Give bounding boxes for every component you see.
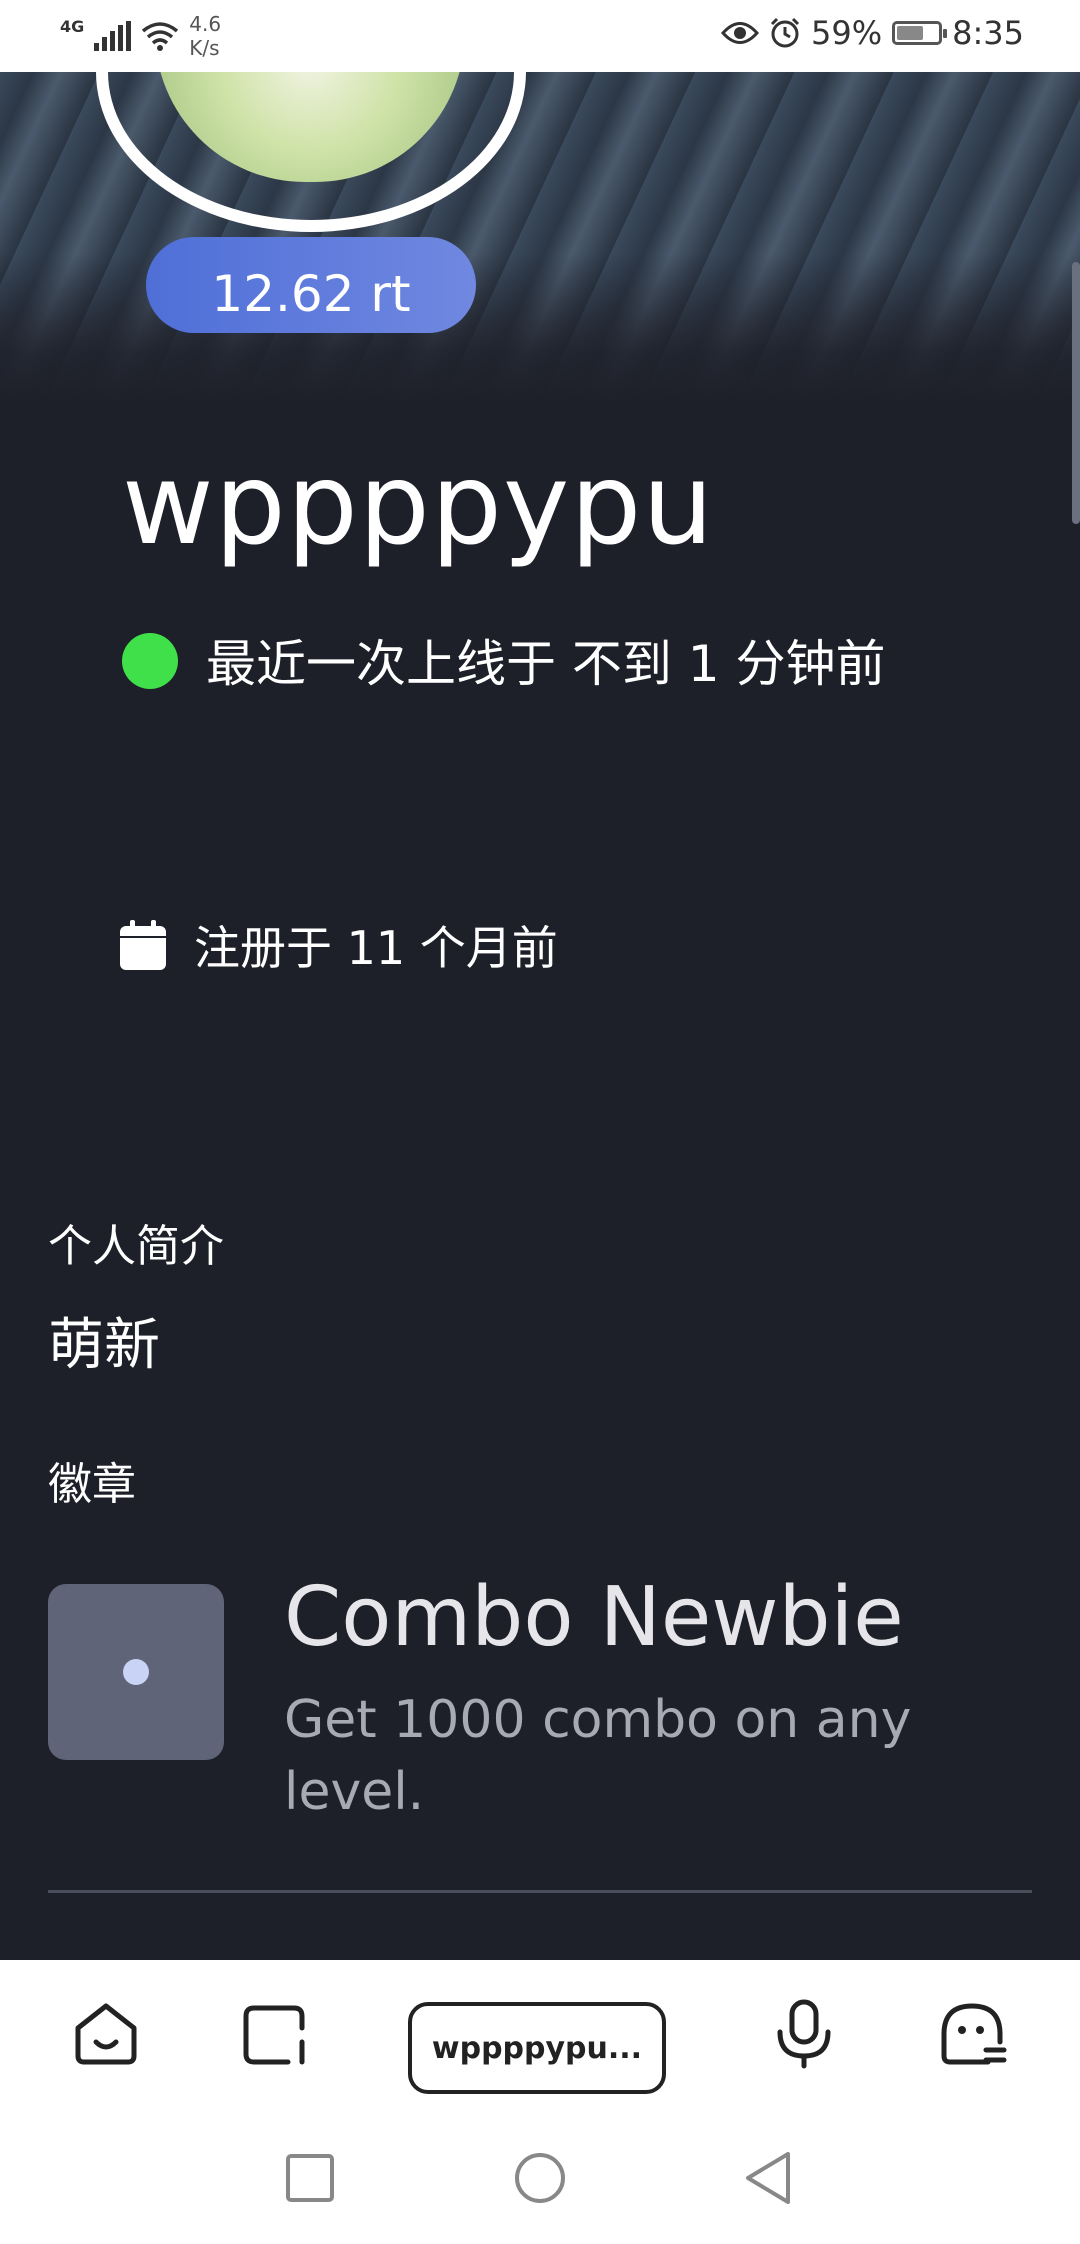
badge-dot-icon bbox=[123, 1659, 149, 1685]
bio-label: 个人简介 bbox=[48, 1221, 224, 1272]
speed-unit: K/s bbox=[189, 36, 220, 60]
registration-text: 注册于 11 个月前 bbox=[194, 921, 558, 975]
alarm-icon bbox=[770, 17, 800, 48]
profile-banner: 12.62 rt bbox=[0, 72, 1080, 402]
clock: 8:35 bbox=[952, 14, 1024, 52]
avatar-ring bbox=[96, 72, 526, 232]
username: wppppypu bbox=[122, 440, 715, 570]
status-bar: 4G 4.6 K/s 59% 8:35 bbox=[0, 0, 1080, 72]
battery-percent: 59% bbox=[811, 14, 883, 52]
home-icon[interactable] bbox=[70, 1998, 142, 2070]
navigation-bar bbox=[0, 2108, 1080, 2244]
rating-badge: 12.62 rt bbox=[146, 237, 476, 333]
badges-label: 徽章 bbox=[48, 1459, 136, 1510]
eye-icon bbox=[721, 22, 760, 44]
home-nav-icon[interactable] bbox=[510, 2148, 570, 2208]
address-bar[interactable]: wppppypu... bbox=[408, 2002, 666, 2094]
back-icon[interactable] bbox=[740, 2148, 800, 2208]
badge-description: Get 1000 combo on any level. bbox=[284, 1690, 912, 1822]
ghost-icon[interactable] bbox=[936, 1998, 1008, 2070]
divider bbox=[48, 1890, 1032, 1893]
battery-icon bbox=[892, 21, 948, 45]
online-status: 最近一次上线于 不到 1 分钟前 bbox=[122, 618, 962, 710]
signal-icon bbox=[94, 21, 132, 51]
microphone-icon[interactable] bbox=[768, 1998, 840, 2070]
network-speed: 4.6 K/s bbox=[189, 12, 221, 60]
bio-text: 萌新 bbox=[48, 1313, 160, 1378]
online-status-text: 最近一次上线于 不到 1 分钟前 bbox=[206, 635, 886, 693]
scrollbar[interactable] bbox=[1072, 262, 1080, 524]
badge-icon bbox=[48, 1584, 224, 1760]
network-type: 4G bbox=[60, 16, 85, 36]
status-left: 4G 4.6 K/s bbox=[60, 12, 221, 60]
recents-icon[interactable] bbox=[280, 2148, 340, 2208]
registration-date: 注册于 11 个月前 bbox=[120, 912, 558, 978]
speed-value: 4.6 bbox=[189, 12, 222, 36]
calendar-icon bbox=[120, 920, 166, 970]
wifi-icon bbox=[142, 22, 179, 51]
status-right: 59% 8:35 bbox=[721, 14, 1024, 52]
online-indicator-icon bbox=[122, 633, 178, 689]
browser-toolbar: wppppypu... bbox=[0, 1960, 1080, 2108]
tabs-icon[interactable] bbox=[238, 1998, 310, 2070]
badge-title: Combo Newbie bbox=[284, 1570, 904, 1665]
